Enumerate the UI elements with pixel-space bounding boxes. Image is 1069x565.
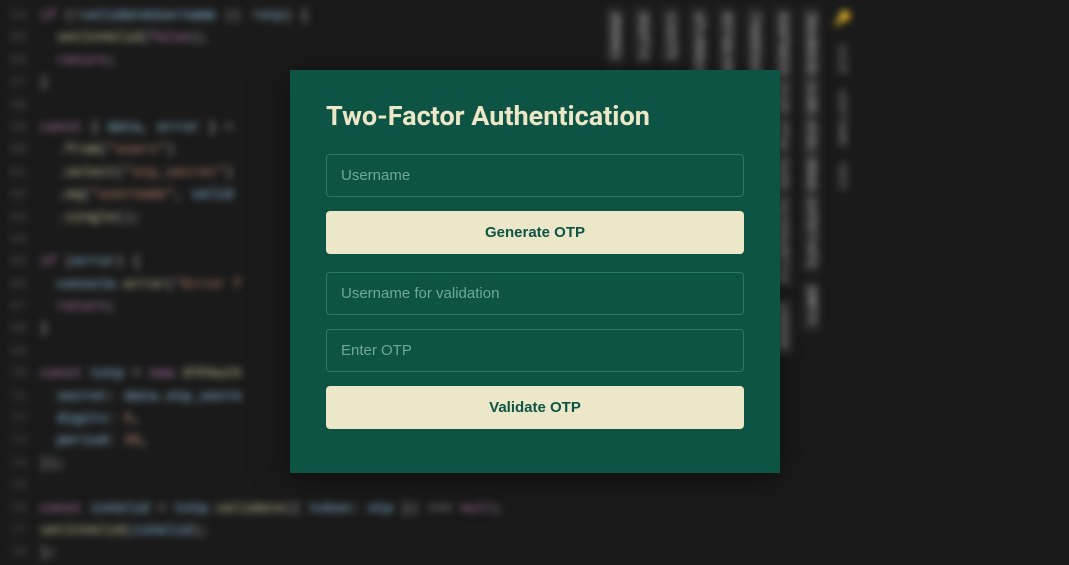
- username-input[interactable]: [326, 154, 744, 197]
- otp-input[interactable]: [326, 329, 744, 372]
- validate-otp-button[interactable]: Validate OTP: [326, 386, 744, 429]
- dialog-title: Two-Factor Authentication: [326, 100, 744, 132]
- generate-otp-button[interactable]: Generate OTP: [326, 211, 744, 254]
- two-factor-dialog: Two-Factor Authentication Generate OTP V…: [290, 70, 780, 473]
- validation-username-input[interactable]: [326, 272, 744, 315]
- key-icon: 🔑: [830, 7, 855, 32]
